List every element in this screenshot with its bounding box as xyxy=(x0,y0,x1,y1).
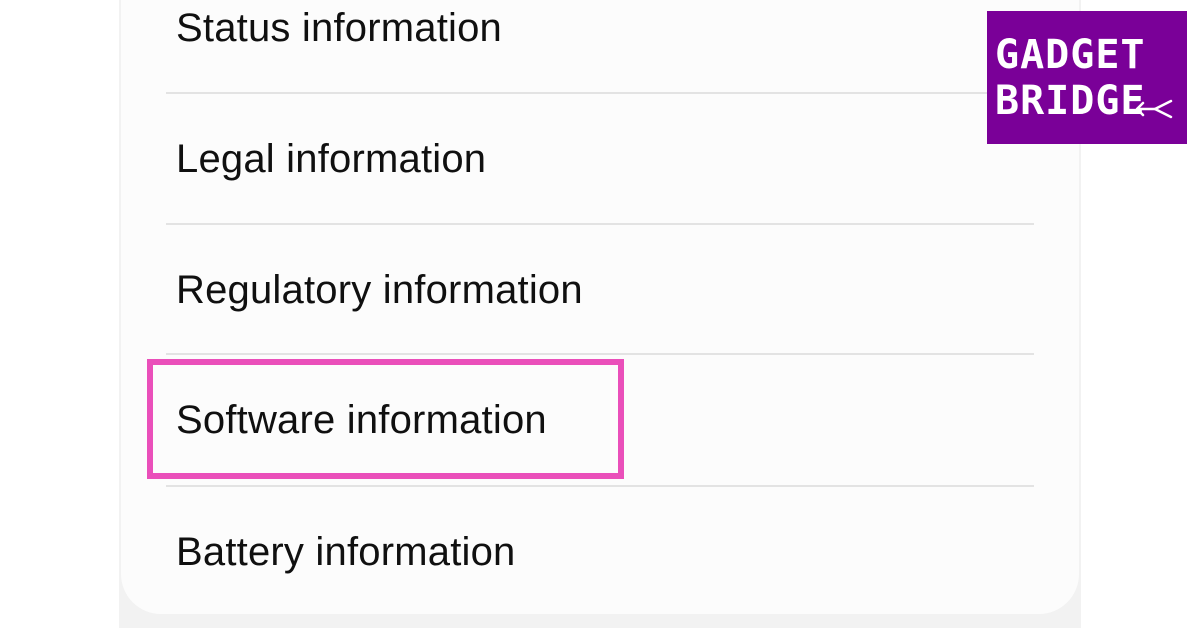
gadget-bridge-logo: GADGET BRIDGE xyxy=(987,11,1187,144)
arrow-swap-icon xyxy=(1135,99,1173,119)
settings-item-status-information[interactable]: Status information xyxy=(176,0,1034,94)
settings-item-battery-information[interactable]: Battery information xyxy=(176,487,1034,618)
settings-item-label: Status information xyxy=(176,6,502,50)
settings-item-legal-information[interactable]: Legal information xyxy=(176,94,1034,225)
settings-item-label: Legal information xyxy=(176,137,487,181)
highlight-box xyxy=(147,359,624,479)
settings-item-label: Battery information xyxy=(176,530,516,574)
settings-item-label: Regulatory information xyxy=(176,268,583,312)
settings-item-regulatory-information[interactable]: Regulatory information xyxy=(176,225,1034,356)
